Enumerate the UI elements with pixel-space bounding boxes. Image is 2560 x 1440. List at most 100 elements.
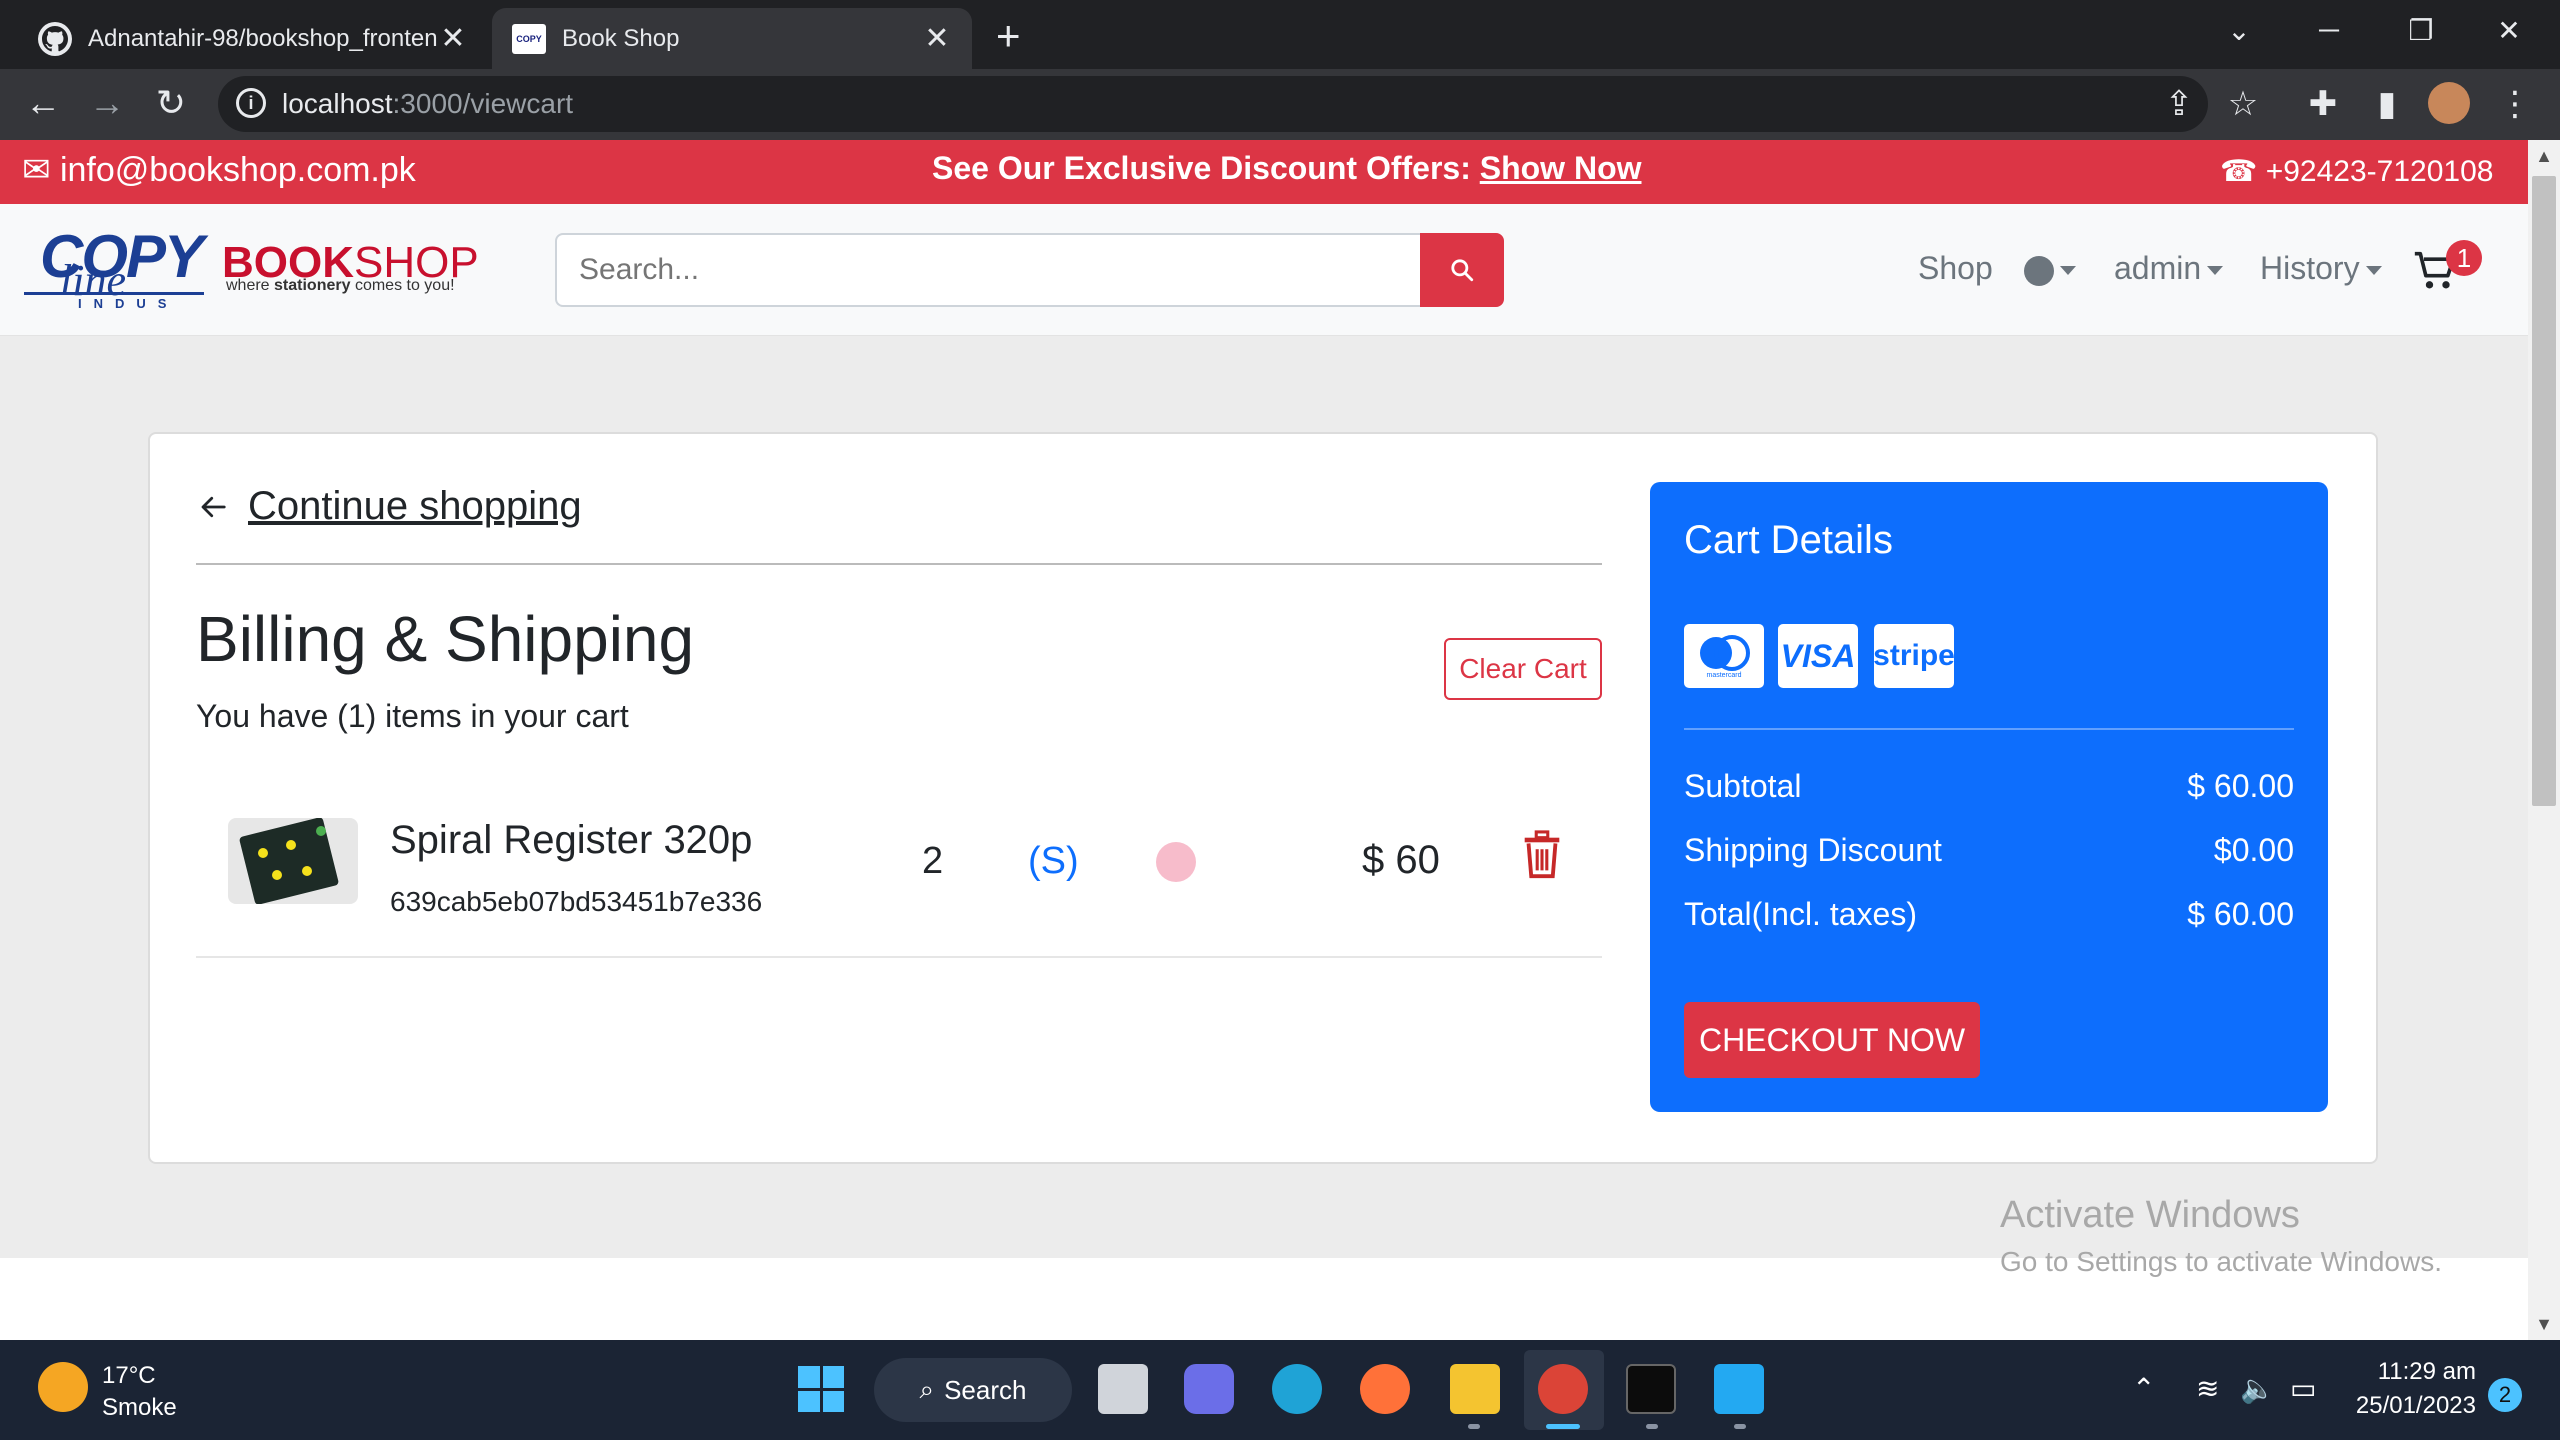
image-dot [258, 848, 268, 858]
chrome-menu-icon[interactable]: ⋮ [2490, 84, 2540, 124]
task-view-icon[interactable] [1098, 1364, 1148, 1414]
url-text[interactable]: localhost:3000/viewcart [282, 88, 573, 120]
visa-text: VISA [1780, 637, 1856, 674]
mastercard-icon: mastercard [1684, 624, 1764, 688]
extensions-icon[interactable]: ✚ [2298, 84, 2348, 124]
battery-icon[interactable]: ▭ [2290, 1372, 2316, 1405]
url-host: localhost [282, 88, 393, 119]
mastercard-text: mastercard [1706, 672, 1741, 679]
continue-shopping-link[interactable]: Continue shopping [196, 484, 582, 529]
scrollbar-thumb[interactable] [2532, 176, 2556, 806]
taskbar-search[interactable]: ⌕ Search [874, 1358, 1072, 1422]
stripe-icon: stripe [1873, 624, 1955, 688]
chrome-icon[interactable] [1538, 1364, 1588, 1414]
wifi-icon[interactable]: ≋ [2196, 1372, 2219, 1405]
clock-time[interactable]: 11:29 am [2340, 1358, 2476, 1386]
shipping-discount-label: Shipping Discount [1684, 832, 1942, 868]
activate-windows-title: Activate Windows [2000, 1194, 2300, 1236]
clear-cart-button[interactable]: Clear Cart [1444, 638, 1602, 700]
contact-phone: ☎ +92423-7120108 [2220, 154, 2493, 189]
file-explorer-icon[interactable] [1450, 1364, 1500, 1414]
taskbar-search-label: Search [944, 1374, 1027, 1405]
url-path: :3000/viewcart [392, 88, 574, 119]
tagline-post: comes to you! [350, 277, 455, 294]
firefox-icon[interactable] [1360, 1364, 1410, 1414]
cart-count-badge: 1 [2446, 240, 2482, 276]
globe-icon[interactable] [2024, 256, 2054, 286]
bookmark-star-icon[interactable]: ☆ [2218, 84, 2268, 124]
phone-icon: ☎ [2220, 155, 2258, 188]
envelope-icon: ✉ [22, 151, 51, 189]
tab-book-shop[interactable]: COPY Book Shop ✕ [492, 8, 972, 69]
cart-count-text: You have (1) items in your cart [196, 698, 629, 734]
teams-chat-icon[interactable] [1184, 1364, 1234, 1414]
image-dot [272, 870, 282, 880]
nav-history-dropdown[interactable]: History [2260, 250, 2382, 287]
nav-admin-dropdown[interactable]: admin [2114, 250, 2224, 287]
details-divider [1684, 728, 2294, 730]
item-name: Spiral Register 320p [390, 818, 753, 862]
item-size: (S) [1028, 840, 1079, 882]
vscode-icon[interactable] [1714, 1364, 1764, 1414]
forward-button[interactable]: → [82, 82, 132, 124]
item-price: $ 60 [1362, 838, 1440, 882]
item-id: 639cab5eb07bd53451b7e336 [390, 886, 763, 917]
terminal-icon[interactable] [1626, 1364, 1676, 1414]
logo-divider [24, 292, 204, 295]
email-text: info@bookshop.com.pk [59, 151, 416, 189]
notification-badge[interactable]: 2 [2488, 1378, 2522, 1412]
item-color-swatch [1156, 842, 1196, 882]
tab-close-icon[interactable]: ✕ [438, 21, 468, 56]
edge-icon[interactable] [1272, 1364, 1322, 1414]
subtotal-label: Subtotal [1684, 768, 1802, 804]
restore-button[interactable]: ❐ [2396, 14, 2446, 47]
delete-item-button[interactable] [1522, 830, 1562, 882]
search-icon: ⌕ [919, 1374, 935, 1404]
side-panel-icon[interactable]: ▮ [2362, 84, 2412, 124]
nav-shop[interactable]: Shop [1918, 250, 1993, 287]
volume-icon[interactable]: 🔈 [2240, 1372, 2275, 1405]
favicon-text: COPY [516, 33, 542, 44]
back-button[interactable]: ← [18, 82, 68, 124]
tab-close-icon[interactable]: ✕ [922, 21, 952, 56]
scroll-up-icon[interactable]: ▲ [2528, 146, 2560, 167]
reload-button[interactable]: ↻ [146, 82, 196, 124]
cart-details-title: Cart Details [1684, 518, 1893, 562]
divider [196, 563, 1602, 565]
chevron-down-icon [2207, 266, 2224, 276]
share-icon[interactable]: ⇪ [2154, 84, 2204, 124]
continue-shopping-label: Continue shopping [248, 484, 582, 528]
scroll-down-icon[interactable]: ▼ [2528, 1314, 2560, 1335]
image-dot [286, 840, 296, 850]
close-window-button[interactable]: ✕ [2484, 14, 2534, 47]
search-input[interactable] [555, 233, 1421, 307]
contact-email[interactable]: ✉ info@bookshop.com.pk [22, 150, 416, 190]
promo-label: See Our Exclusive Discount Offers: [932, 150, 1480, 186]
total-label: Total(Incl. taxes) [1684, 896, 1917, 932]
weather-condition[interactable]: Smoke [102, 1394, 177, 1422]
running-indicator [1468, 1424, 1480, 1429]
show-hidden-icons-icon[interactable]: ⌃ [2132, 1372, 2155, 1405]
language-caret-icon[interactable] [2060, 266, 2076, 275]
tab-github[interactable]: Adnantahir-98/bookshop_frontend ✕ [18, 8, 488, 69]
item-quantity: 2 [922, 840, 944, 882]
clock-date[interactable]: 25/01/2023 [2340, 1392, 2476, 1420]
site-info-icon[interactable]: i [236, 88, 266, 118]
checkout-button[interactable]: CHECKOUT NOW [1684, 1002, 1980, 1078]
minimize-button[interactable]: ─ [2304, 14, 2354, 46]
github-icon [38, 21, 72, 56]
search-button[interactable] [1420, 233, 1504, 307]
weather-icon[interactable] [38, 1362, 88, 1412]
logo-tagline: where stationery comes to you! [226, 277, 455, 295]
start-tile [798, 1390, 820, 1412]
chevron-down-icon [2365, 266, 2382, 276]
weather-temp[interactable]: 17°C [102, 1362, 156, 1390]
show-now-link[interactable]: Show Now [1480, 150, 1642, 186]
nav-admin-label: admin [2114, 250, 2202, 286]
stripe-text: stripe [1873, 639, 1955, 672]
new-tab-button[interactable]: + [996, 12, 1021, 60]
tab-search-dropdown-icon[interactable]: ⌄ [2214, 14, 2264, 47]
tagline-bold: stationery [274, 277, 351, 294]
windows-start-icon[interactable] [798, 1366, 844, 1412]
profile-avatar[interactable] [2428, 82, 2470, 124]
